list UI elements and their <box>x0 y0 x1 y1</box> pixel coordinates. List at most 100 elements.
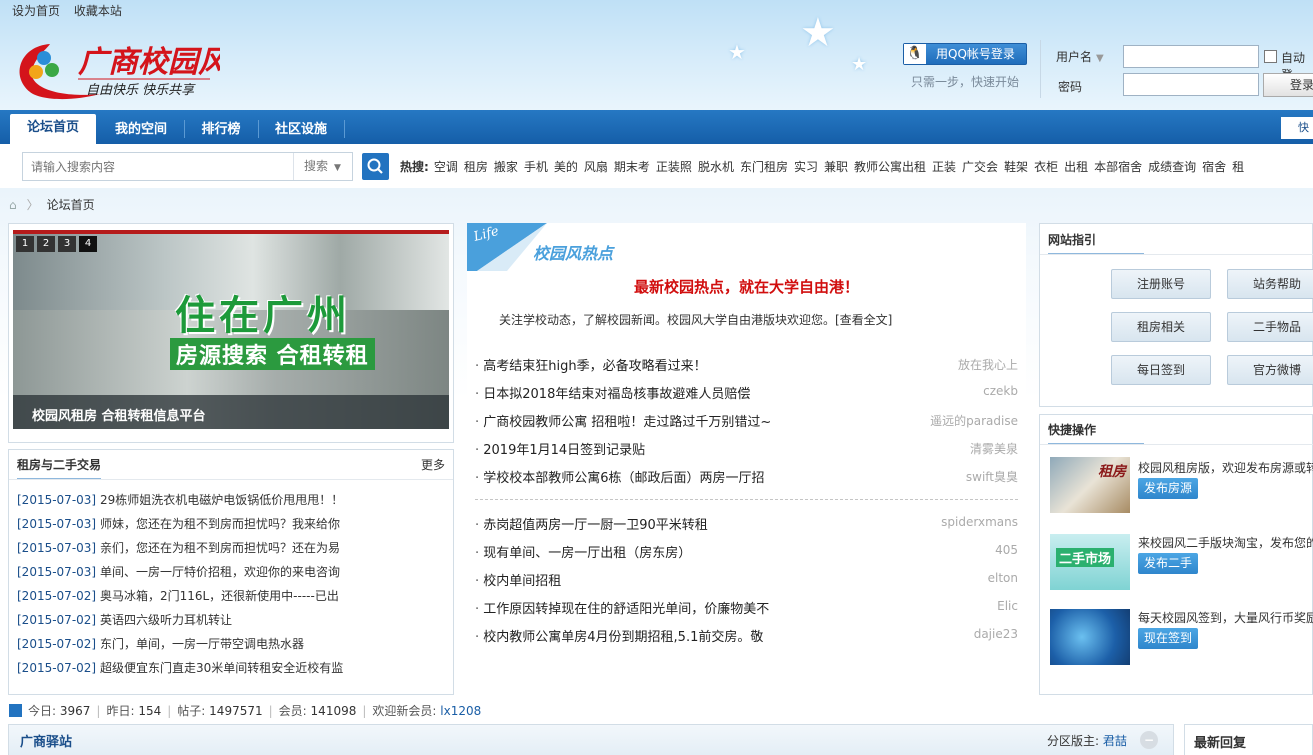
password-input[interactable] <box>1123 73 1259 96</box>
rent-more-link[interactable]: 更多 <box>421 450 445 480</box>
hot-search-term[interactable]: 实习 <box>794 160 818 174</box>
hot-search-term[interactable]: 租 <box>1232 160 1244 174</box>
home-icon[interactable]: ⌂ <box>9 198 17 212</box>
post-title[interactable]: 日本拟2018年结束对福岛核事故避难人员赔偿 <box>475 387 750 402</box>
slider-dot[interactable]: 1 <box>16 236 34 252</box>
list-item-title[interactable]: 东门，单间，一房一厅带空调电热水器 <box>100 637 304 651</box>
daily-checkin-button[interactable]: 每日签到 <box>1111 355 1211 385</box>
hot-search-term[interactable]: 本部宿舍 <box>1094 160 1142 174</box>
list-item[interactable]: 日本拟2018年结束对福岛核事故避难人员赔偿 czekb <box>475 383 1018 402</box>
post-author[interactable]: spiderxmans <box>941 515 1018 529</box>
second-hand-button[interactable]: 二手物品 <box>1227 312 1313 342</box>
second-hand-thumbnail[interactable]: 二手市场 <box>1050 534 1130 590</box>
slider-dot[interactable]: 4 <box>79 236 97 252</box>
moderator-link[interactable]: 君喆 <box>1103 734 1127 748</box>
tab-rankings[interactable]: 排行榜 <box>186 118 256 144</box>
post-title[interactable]: 工作原因转掉现在住的舒适阳光单间，价廉物美不 <box>475 602 769 617</box>
list-item[interactable]: [2015-07-03] 29栋师姐洗衣机电磁炉电饭锅低价甩甩甩！！ <box>17 491 343 508</box>
zone-title[interactable]: 广商驿站 <box>20 731 72 750</box>
list-item[interactable]: 学校校本部教师公寓6栋（邮政后面）两房一厅招 swift臭臭 <box>475 467 1018 486</box>
list-item[interactable]: [2015-07-03] 师妹，您还在为租不到房而担忧吗？我来给你 <box>17 515 340 532</box>
search-input[interactable] <box>23 153 291 180</box>
hot-search-term[interactable]: 租房 <box>464 160 488 174</box>
list-item[interactable]: 广商校园教师公寓 招租啦！走过路过千万别错过~ 遥远的paradise <box>475 411 1018 430</box>
list-item-title[interactable]: 英语四六级听力耳机转让 <box>100 613 232 627</box>
hot-search-term[interactable]: 宿舍 <box>1202 160 1226 174</box>
hot-search-term[interactable]: 教师公寓出租 <box>854 160 926 174</box>
list-item-title[interactable]: 29栋师姐洗衣机电磁炉电饭锅低价甩甩甩！！ <box>100 493 343 507</box>
hot-search-term[interactable]: 风扇 <box>584 160 608 174</box>
post-author[interactable]: elton <box>988 571 1018 585</box>
post-title[interactable]: 赤岗超值两房一厅一厨一卫90平米转租 <box>475 518 708 533</box>
list-item[interactable]: [2015-07-03] 亲们，您还在为租不到房而担忧吗？还在为易 <box>17 539 340 556</box>
username-type-select[interactable]: 用户名 ▼ <box>1056 48 1104 65</box>
checkin-thumbnail[interactable] <box>1050 609 1130 665</box>
post-author[interactable]: 放在我心上 <box>958 356 1018 373</box>
hot-search-term[interactable]: 期末考 <box>614 160 650 174</box>
hotspot-headline[interactable]: 最新校园热点，就在大学自由港！ <box>467 276 1026 297</box>
post-author[interactable]: swift臭臭 <box>966 468 1018 485</box>
list-item-title[interactable]: 师妹，您还在为租不到房而担忧吗？我来给你 <box>100 517 340 531</box>
list-item-title[interactable]: 单间、一房一厅特价招租，欢迎你的来电咨询 <box>100 565 340 579</box>
list-item-title[interactable]: 奥马冰箱，2门116L，还很新使用中-----已出 <box>100 589 339 603</box>
hot-search-term[interactable]: 手机 <box>524 160 548 174</box>
list-item[interactable]: 高考结束狂high季，必备攻略看过来！ 放在我心上 <box>475 355 1018 374</box>
tab-forum-home[interactable]: 论坛首页 <box>10 114 96 144</box>
bookmark-link[interactable]: 收藏本站 <box>74 4 122 18</box>
newest-member-link[interactable]: lx1208 <box>440 704 481 718</box>
slider-dot[interactable]: 2 <box>37 236 55 252</box>
list-item[interactable]: 2019年1月14日签到记录贴 清雾美泉 <box>475 439 1018 458</box>
hot-search-term[interactable]: 正装照 <box>656 160 692 174</box>
list-item-title[interactable]: 亲们，您还在为租不到房而担忧吗？还在为易 <box>100 541 340 555</box>
post-title[interactable]: 校内教师公寓单房4月份到期招租,5.1前交房。敬 <box>475 630 763 645</box>
set-home-link[interactable]: 设为首页 <box>12 4 60 18</box>
list-item[interactable]: [2015-07-02] 东门，单间，一房一厅带空调电热水器 <box>17 635 304 652</box>
post-author[interactable]: Elic <box>997 599 1018 613</box>
list-item[interactable]: [2015-07-02] 英语四六级听力耳机转让 <box>17 611 232 628</box>
hot-search-term[interactable]: 正装 <box>932 160 956 174</box>
list-item[interactable]: [2015-07-03] 单间、一房一厅特价招租，欢迎你的来电咨询 <box>17 563 340 580</box>
list-item[interactable]: 赤岗超值两房一厅一厨一卫90平米转租 spiderxmans <box>475 514 1018 533</box>
rent-related-button[interactable]: 租房相关 <box>1111 312 1211 342</box>
hot-search-term[interactable]: 衣柜 <box>1034 160 1058 174</box>
post-author[interactable]: czekb <box>983 384 1018 398</box>
hot-search-term[interactable]: 广交会 <box>962 160 998 174</box>
post-author[interactable]: 清雾美泉 <box>970 440 1018 457</box>
collapse-icon[interactable]: − <box>1140 731 1158 749</box>
search-type-select[interactable]: 搜索 ▼ <box>293 153 352 180</box>
tab-my-space[interactable]: 我的空间 <box>100 118 182 144</box>
quick-nav-button[interactable]: 快 <box>1281 117 1313 139</box>
rent-thumbnail[interactable]: 租房 <box>1050 457 1130 513</box>
list-item[interactable]: [2015-07-02] 奥马冰箱，2门116L，还很新使用中-----已出 <box>17 587 339 604</box>
hot-search-term[interactable]: 兼职 <box>824 160 848 174</box>
login-button[interactable]: 登录 <box>1263 73 1313 97</box>
site-logo[interactable]: 广商校园风 自由快乐 快乐共享 <box>10 36 230 106</box>
slider-dot[interactable]: 3 <box>58 236 76 252</box>
post-author[interactable]: 遥远的paradise <box>930 412 1018 429</box>
checkin-now-button[interactable]: 现在签到 <box>1138 628 1199 649</box>
hot-search-term[interactable]: 东门租房 <box>740 160 788 174</box>
help-button[interactable]: 站务帮助 <box>1227 269 1313 299</box>
hot-search-term[interactable]: 成绩查询 <box>1148 160 1196 174</box>
search-button[interactable] <box>362 153 389 180</box>
post-house-button[interactable]: 发布房源 <box>1138 478 1199 499</box>
list-item-title[interactable]: 超级便宜东门直走30米单间转租安全近校有监 <box>100 661 343 675</box>
qq-login-button[interactable]: 🐧 用QQ帐号登录 <box>903 43 1027 65</box>
post-title[interactable]: 校内单间招租 <box>475 574 561 589</box>
breadcrumb-forum-home[interactable]: 论坛首页 <box>47 198 95 212</box>
tab-community[interactable]: 社区设施 <box>260 118 342 144</box>
list-item[interactable]: 现有单间、一房一厅出租（房东房） 405 <box>475 542 1018 561</box>
hot-search-term[interactable]: 鞋架 <box>1004 160 1028 174</box>
post-author[interactable]: 405 <box>995 543 1018 557</box>
hot-search-term[interactable]: 搬家 <box>494 160 518 174</box>
list-item[interactable]: [2015-07-02] 超级便宜东门直走30米单间转租安全近校有监 <box>17 659 343 676</box>
list-item[interactable]: 校内单间招租 elton <box>475 570 1018 589</box>
auto-login-checkbox[interactable] <box>1264 50 1277 63</box>
post-author[interactable]: dajie23 <box>974 627 1018 641</box>
post-title[interactable]: 现有单间、一房一厅出租（房东房） <box>475 546 691 561</box>
hot-search-term[interactable]: 美的 <box>554 160 578 174</box>
hotspot-description[interactable]: 关注学校动态，了解校园新闻。校园风大学自由港版块欢迎您。[查看全文] <box>499 311 892 328</box>
post-title[interactable]: 2019年1月14日签到记录贴 <box>475 443 645 458</box>
hot-search-term[interactable]: 空调 <box>434 160 458 174</box>
register-button[interactable]: 注册账号 <box>1111 269 1211 299</box>
